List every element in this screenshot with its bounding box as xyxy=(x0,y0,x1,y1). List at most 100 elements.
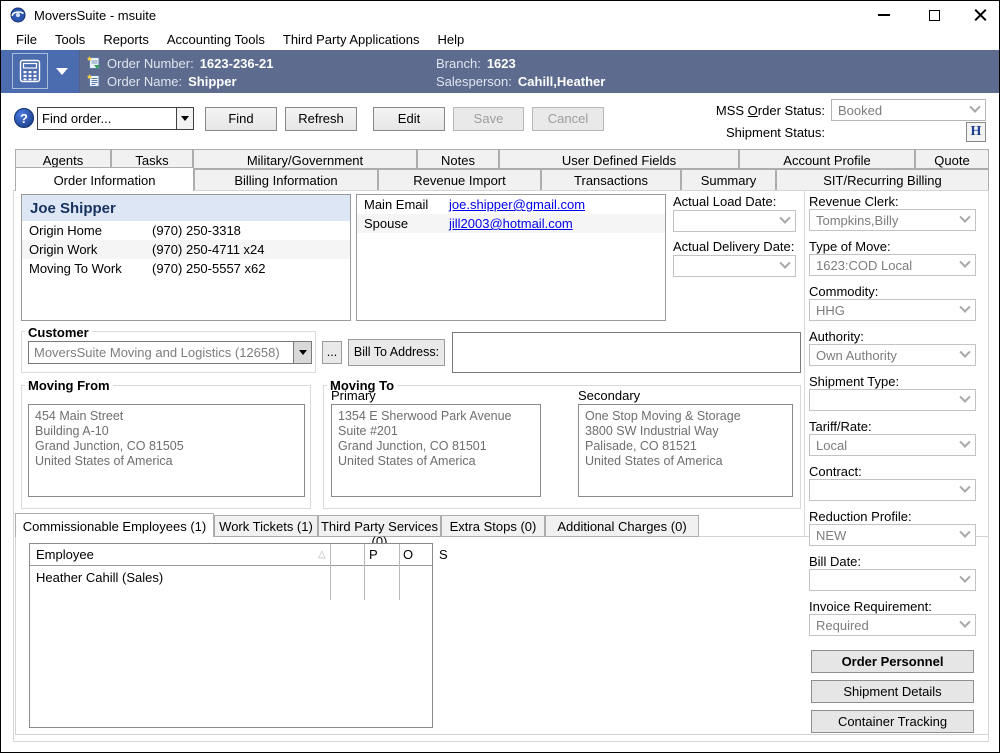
tariff-rate-select[interactable]: Local xyxy=(809,434,976,456)
column-header-o[interactable]: O xyxy=(403,547,413,562)
employees-table: Employee △ P O S Heather Cahill (Sales) xyxy=(29,543,433,728)
commodity-label: Commodity: xyxy=(809,284,878,299)
shipment-type-label: Shipment Type: xyxy=(809,374,899,389)
tab-commissionable-employees[interactable]: Commissionable Employees (1) xyxy=(15,513,214,537)
find-order-dropdown-button[interactable] xyxy=(176,108,193,129)
order-number-icon xyxy=(87,56,101,70)
close-button[interactable] xyxy=(963,3,997,27)
tab-tasks[interactable]: Tasks xyxy=(111,149,193,169)
tab-sit-recurring-billing[interactable]: SIT/Recurring Billing xyxy=(776,169,989,191)
chevron-down-icon xyxy=(959,617,970,628)
main-email-link[interactable]: joe.shipper@gmail.com xyxy=(449,197,585,212)
minimize-button[interactable] xyxy=(867,3,901,27)
tab-user-defined-fields[interactable]: User Defined Fields xyxy=(499,149,739,169)
tab-third-party-services[interactable]: Third Party Services (0) xyxy=(318,515,441,537)
moving-to-secondary-label: Secondary xyxy=(578,388,640,403)
column-separator xyxy=(330,544,331,600)
column-header-employee[interactable]: Employee xyxy=(36,547,94,562)
mss-order-status-select[interactable]: Booked xyxy=(831,99,986,121)
commodity-select[interactable]: HHG xyxy=(809,299,976,321)
table-row-employee-name[interactable]: Heather Cahill (Sales) xyxy=(36,570,163,585)
tab-additional-charges[interactable]: Additional Charges (0) xyxy=(545,515,699,537)
actual-load-date-label: Actual Load Date: xyxy=(673,194,776,209)
tab-account-profile[interactable]: Account Profile xyxy=(739,149,915,169)
find-order-combo[interactable] xyxy=(37,107,194,130)
bill-to-address-button[interactable]: Bill To Address: xyxy=(348,339,445,366)
title-bar: MoversSuite - msuite xyxy=(1,1,999,29)
chevron-down-icon xyxy=(959,482,970,493)
tab-notes[interactable]: Notes xyxy=(417,149,499,169)
order-name-icon xyxy=(87,74,101,88)
menu-reports[interactable]: Reports xyxy=(94,30,158,49)
authority-select[interactable]: Own Authority xyxy=(809,344,976,366)
status-history-button[interactable]: H xyxy=(966,122,986,142)
chevron-down-icon xyxy=(959,212,970,223)
customer-dropdown-button[interactable] xyxy=(293,342,311,363)
employees-table-header: Employee △ P O S xyxy=(30,544,432,566)
tab-work-tickets[interactable]: Work Tickets (1) xyxy=(214,515,318,537)
salesperson-value: Cahill,Heather xyxy=(518,74,605,89)
shipment-type-select[interactable] xyxy=(809,389,976,411)
bill-date-select[interactable] xyxy=(809,569,976,591)
order-personnel-button[interactable]: Order Personnel xyxy=(811,650,974,673)
chevron-down-icon xyxy=(959,572,970,583)
shipper-name: Joe Shipper xyxy=(30,200,116,217)
type-of-move-select[interactable]: 1623:COD Local xyxy=(809,254,976,276)
maximize-icon xyxy=(929,10,940,21)
maximize-button[interactable] xyxy=(917,3,951,27)
spouse-email-link[interactable]: jill2003@hotmail.com xyxy=(449,216,573,231)
phone-row: Origin Home(970) 250-3318 xyxy=(22,221,350,240)
phone-row: Moving To Work(970) 250-5557 x62 xyxy=(22,259,350,278)
bill-date-label: Bill Date: xyxy=(809,554,861,569)
cancel-button[interactable]: Cancel xyxy=(532,107,604,131)
customer-ellipsis-button[interactable]: ... xyxy=(322,341,342,364)
order-number-value: 1623-236-21 xyxy=(200,56,274,71)
moving-from-address: 454 Main Street Building A-10 Grand Junc… xyxy=(28,404,305,497)
tab-quote[interactable]: Quote xyxy=(915,149,989,169)
customer-select[interactable]: MoversSuite Moving and Logistics (12658) xyxy=(28,341,312,364)
menu-accounting-tools[interactable]: Accounting Tools xyxy=(158,30,274,49)
actual-load-date-select[interactable] xyxy=(673,210,796,232)
tab-agents[interactable]: Agents xyxy=(15,149,111,169)
minimize-icon xyxy=(878,14,890,16)
reduction-profile-label: Reduction Profile: xyxy=(809,509,912,524)
find-order-input[interactable] xyxy=(38,108,176,129)
tab-summary[interactable]: Summary xyxy=(681,169,776,191)
chevron-down-icon xyxy=(779,258,790,269)
tab-military-government[interactable]: Military/Government xyxy=(193,149,417,169)
menu-third-party-applications[interactable]: Third Party Applications xyxy=(274,30,429,49)
tab-order-information[interactable]: Order Information xyxy=(15,167,194,191)
authority-label: Authority: xyxy=(809,329,864,344)
calculator-button[interactable] xyxy=(12,53,48,89)
tab-revenue-import[interactable]: Revenue Import xyxy=(378,169,541,191)
chevron-down-icon xyxy=(959,437,970,448)
column-separator xyxy=(364,544,365,600)
mss-order-status-label: MSS Order Status: xyxy=(655,103,825,118)
menu-help[interactable]: Help xyxy=(428,30,473,49)
shipment-details-button[interactable]: Shipment Details xyxy=(811,680,974,703)
menu-file[interactable]: File xyxy=(7,30,46,49)
column-header-p[interactable]: P xyxy=(369,547,378,562)
contract-select[interactable] xyxy=(809,479,976,501)
tab-transactions[interactable]: Transactions xyxy=(541,169,681,191)
revenue-clerk-select[interactable]: Tompkins,Billy xyxy=(809,209,976,231)
invoice-requirement-select[interactable]: Required xyxy=(809,614,976,636)
actual-delivery-date-select[interactable] xyxy=(673,255,796,277)
email-row: Spouse jill2003@hotmail.com xyxy=(357,214,665,233)
tab-billing-information[interactable]: Billing Information xyxy=(194,169,378,191)
edit-button[interactable]: Edit xyxy=(373,107,445,131)
container-tracking-button[interactable]: Container Tracking xyxy=(811,710,974,733)
tab-extra-stops[interactable]: Extra Stops (0) xyxy=(441,515,545,537)
find-button[interactable]: Find xyxy=(205,107,277,131)
phone-row: Origin Work(970) 250-4711 x24 xyxy=(22,240,350,259)
revenue-clerk-label: Revenue Clerk: xyxy=(809,194,899,209)
menu-tools[interactable]: Tools xyxy=(46,30,94,49)
refresh-button[interactable]: Refresh xyxy=(285,107,357,131)
help-icon[interactable]: ? xyxy=(14,108,34,128)
order-header-band: Order Number: 1623-236-21 Order Name: Sh… xyxy=(1,50,999,93)
chevron-down-icon xyxy=(959,392,970,403)
reduction-profile-select[interactable]: NEW xyxy=(809,524,976,546)
column-header-s[interactable]: S xyxy=(439,547,448,562)
save-button[interactable]: Save xyxy=(453,107,524,131)
header-dropdown-caret-icon[interactable] xyxy=(56,68,68,75)
